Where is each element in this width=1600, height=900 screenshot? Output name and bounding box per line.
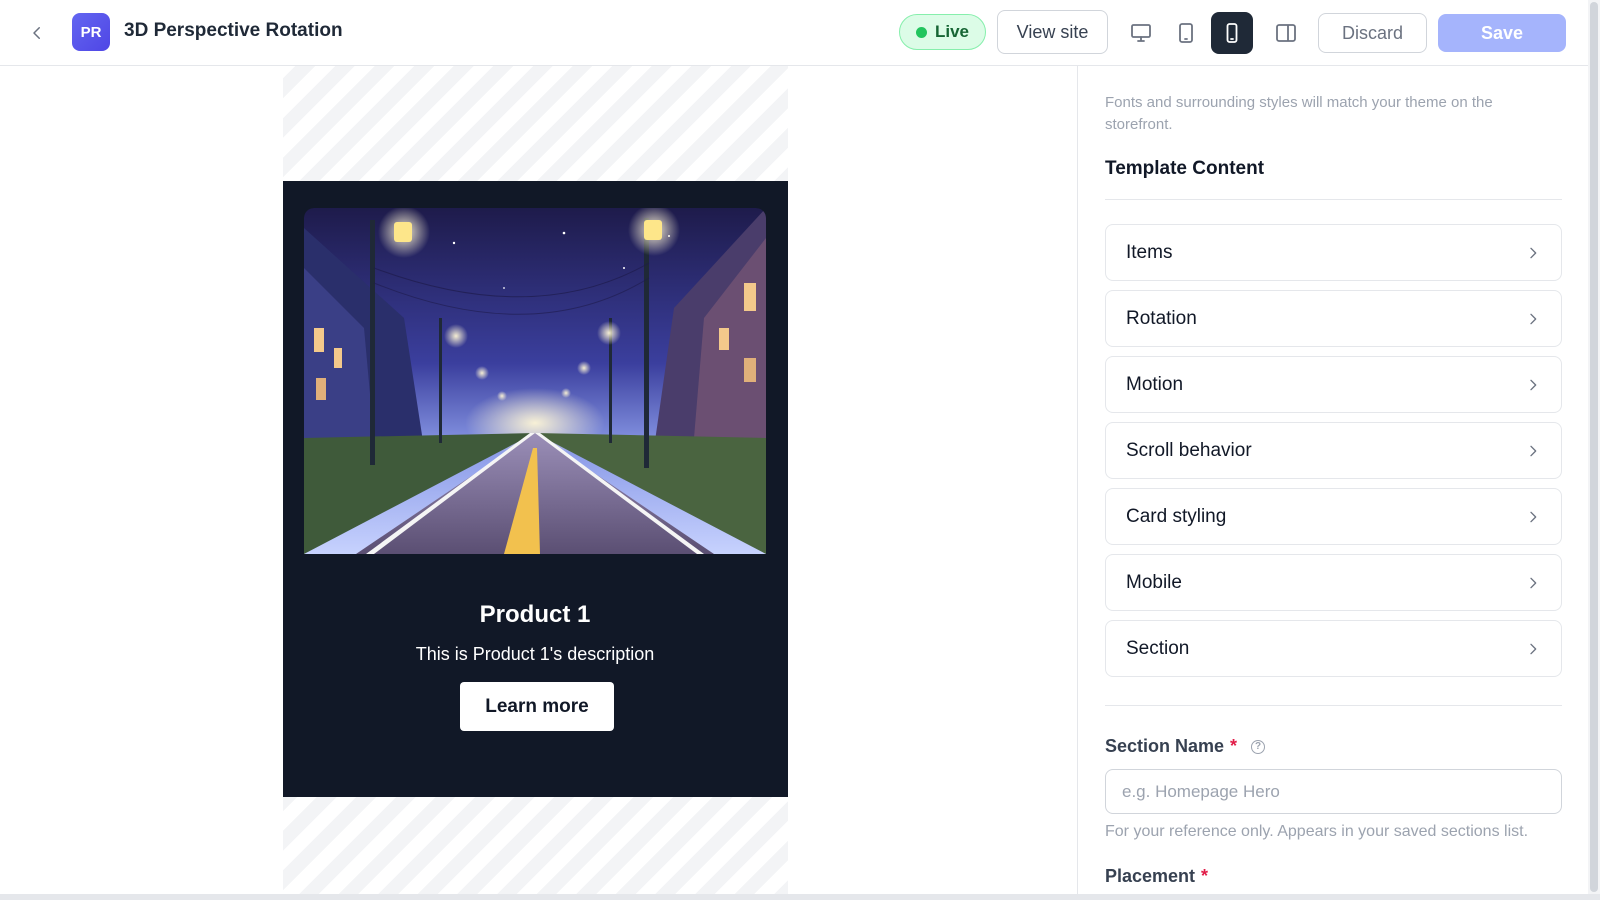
top-bar: PR 3D Perspective Rotation Live View sit…	[0, 0, 1588, 66]
device-tablet-button[interactable]	[1165, 12, 1207, 54]
required-mark: *	[1230, 736, 1238, 756]
section-name-input[interactable]	[1105, 769, 1562, 814]
chevron-left-icon	[33, 27, 40, 39]
section-name-help: For your reference only. Appears in your…	[1105, 823, 1529, 840]
accordion-rotation[interactable]: Rotation	[1105, 290, 1562, 347]
chevron-right-icon	[1530, 511, 1537, 522]
device-mobile-button[interactable]	[1211, 12, 1253, 54]
help-circle-icon[interactable]: ?	[1251, 739, 1266, 754]
card-description: This is Product 1's description	[415, 644, 655, 664]
window-scrollbar[interactable]	[1588, 0, 1600, 900]
accordion-section[interactable]: Section	[1105, 620, 1562, 677]
accordion-label: Items	[1126, 241, 1173, 263]
chevron-right-icon	[1530, 577, 1537, 588]
accordion-label: Rotation	[1126, 307, 1197, 329]
learn-more-button[interactable]: Learn more	[460, 682, 614, 731]
page-title: 3D Perspective Rotation	[124, 20, 343, 41]
sidebar-panel-icon	[1276, 24, 1296, 42]
accordion-label: Section	[1126, 637, 1190, 659]
accordion-label: Card styling	[1126, 505, 1227, 527]
chevron-right-icon	[1530, 643, 1537, 654]
placement-label-text: Placement	[1105, 866, 1196, 886]
night-road-illustration	[304, 208, 766, 554]
section-name-label-text: Section Name	[1105, 736, 1225, 756]
chevron-right-icon	[1530, 445, 1537, 456]
product-card[interactable]: Product 1 This is Product 1's descriptio…	[304, 208, 766, 732]
discard-button[interactable]: Discard	[1318, 13, 1427, 53]
rotation-section-preview: Product 1 This is Product 1's descriptio…	[283, 181, 788, 797]
preview-canvas: Product 1 This is Product 1's descriptio…	[0, 66, 1077, 900]
required-mark: *	[1201, 866, 1209, 886]
tablet-icon	[1179, 23, 1193, 43]
bottom-edge	[0, 894, 1600, 900]
back-button[interactable]	[22, 18, 52, 48]
app-root: PR 3D Perspective Rotation Live View sit…	[0, 0, 1600, 900]
product-image	[304, 208, 766, 554]
accordion-label: Motion	[1126, 373, 1184, 395]
section-name-label: Section Name * ?	[1105, 736, 1266, 757]
avatar: PR	[72, 13, 110, 51]
divider	[1105, 199, 1562, 200]
theme-note: Fonts and surrounding styles will match …	[1105, 94, 1493, 133]
chevron-right-icon	[1530, 379, 1537, 390]
live-status-badge: Live	[899, 14, 986, 50]
scrollbar-thumb[interactable]	[1590, 2, 1598, 892]
save-button[interactable]: Save	[1438, 14, 1566, 52]
accordion-motion[interactable]: Motion	[1105, 356, 1562, 413]
accordion-mobile[interactable]: Mobile	[1105, 554, 1562, 611]
chevron-right-icon	[1530, 247, 1537, 258]
live-label: Live	[934, 22, 970, 41]
template-content-heading: Template Content	[1105, 158, 1265, 179]
accordion-scroll-behavior[interactable]: Scroll behavior	[1105, 422, 1562, 479]
placement-label: Placement *	[1105, 866, 1208, 887]
accordion-label: Mobile	[1126, 571, 1182, 593]
view-site-button[interactable]: View site	[997, 10, 1108, 54]
accordion-card-styling[interactable]: Card styling	[1105, 488, 1562, 545]
settings-panel: Fonts and surrounding styles will match …	[1077, 66, 1588, 900]
device-desktop-button[interactable]	[1120, 12, 1162, 54]
accordion-label: Scroll behavior	[1126, 439, 1252, 461]
live-dot-icon	[915, 26, 927, 38]
toggle-sidebar-button[interactable]	[1265, 12, 1307, 54]
accordion-items[interactable]: Items	[1105, 224, 1562, 281]
chevron-right-icon	[1530, 313, 1537, 324]
card-title: Product 1	[479, 601, 591, 628]
mobile-icon	[1226, 23, 1238, 43]
divider	[1105, 705, 1562, 706]
desktop-icon	[1131, 24, 1151, 42]
